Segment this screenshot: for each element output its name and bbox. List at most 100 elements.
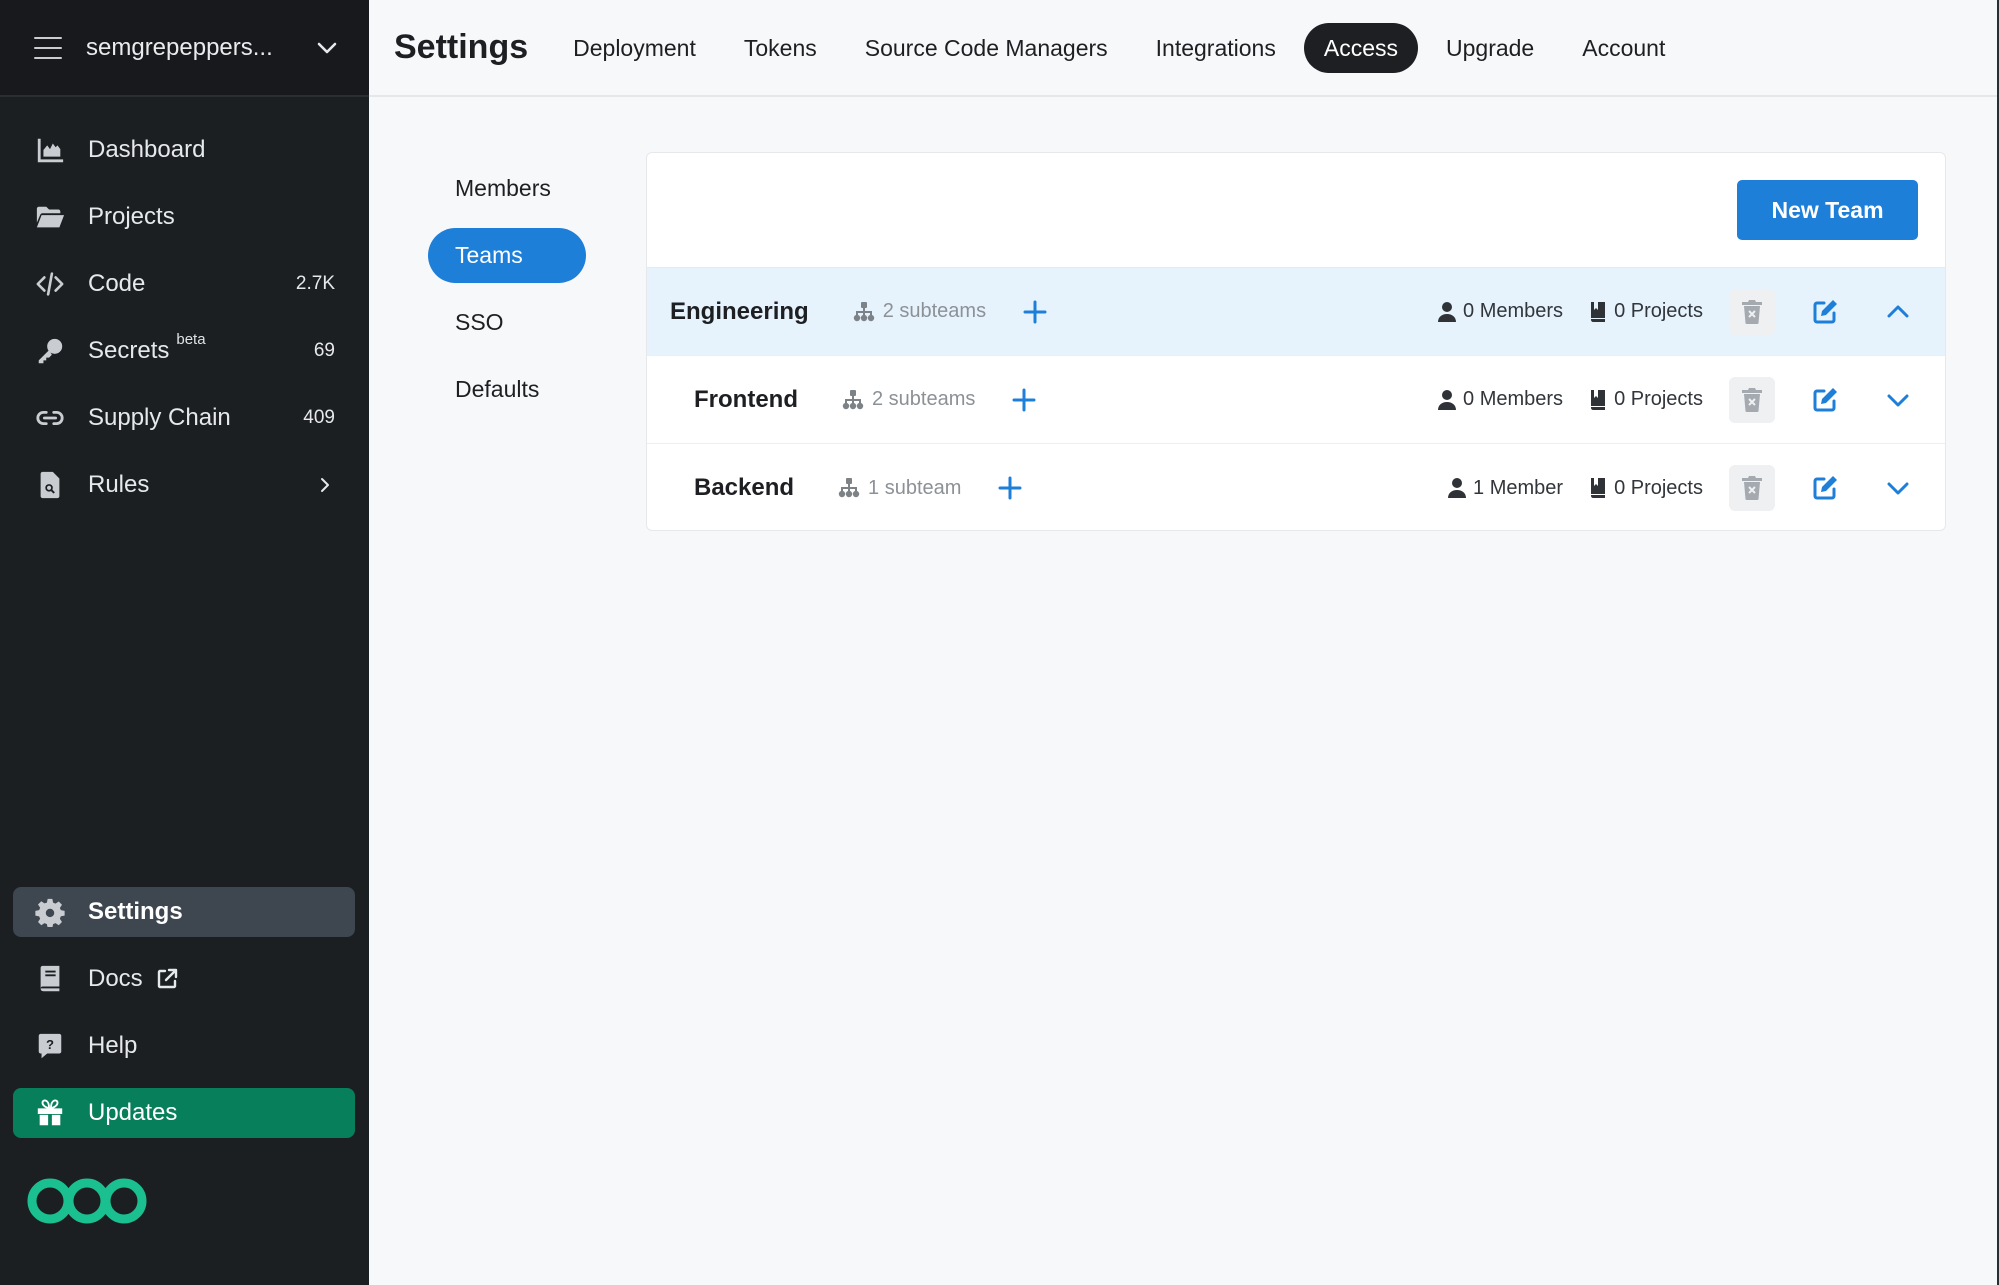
chevron-down-icon[interactable] — [315, 36, 339, 60]
member-count: 0 Members — [1438, 388, 1563, 411]
edit-icon — [1813, 387, 1837, 411]
sitemap-icon — [842, 389, 864, 409]
subnav-sso[interactable]: SSO — [428, 295, 586, 350]
key-icon — [34, 335, 66, 367]
sitemap-icon — [853, 301, 874, 321]
hamburger-menu-icon[interactable] — [34, 36, 62, 59]
sidebar-item-label: Docs — [88, 965, 143, 992]
file-search-icon — [34, 469, 66, 501]
book-bookmark-icon — [1591, 389, 1606, 410]
sidebar-item-label: Settings — [88, 898, 183, 925]
team-row[interactable]: Backend 1 subteam 1 Member 0 Projects — [647, 444, 1945, 530]
expand-team-button[interactable] — [1875, 377, 1921, 423]
link-icon — [34, 402, 66, 434]
chart-area-icon — [34, 134, 66, 166]
teams-card: New Team Engineering 2 subteams 0 Member… — [646, 152, 1946, 531]
team-row[interactable]: Frontend 2 subteams 0 Members 0 Projects — [647, 356, 1945, 444]
add-subteam-icon[interactable] — [1022, 299, 1048, 325]
beta-badge: beta — [176, 330, 206, 348]
supply-chain-count: 409 — [303, 406, 335, 428]
edit-icon — [1813, 476, 1837, 500]
trash-icon — [1742, 476, 1762, 500]
project-count: 0 Projects — [1589, 300, 1703, 323]
semgrep-logo — [27, 1178, 147, 1224]
tab-tokens[interactable]: Tokens — [724, 23, 837, 73]
sidebar-item-dashboard[interactable]: Dashboard — [0, 116, 369, 183]
project-count: 0 Projects — [1589, 477, 1703, 500]
secrets-count: 69 — [313, 339, 335, 361]
settings-topbar: Settings Deployment Tokens Source Code M… — [369, 0, 1999, 97]
sidebar-item-help[interactable]: ? Help — [13, 1021, 355, 1071]
project-count: 0 Projects — [1589, 388, 1703, 411]
sidebar-item-supply-chain[interactable]: Supply Chain 409 — [0, 384, 369, 451]
new-team-button[interactable]: New Team — [1737, 180, 1918, 240]
member-count: 0 Members — [1438, 300, 1563, 323]
project-count-label: 0 Projects — [1614, 476, 1703, 499]
sidebar-item-docs[interactable]: Docs — [13, 954, 355, 1004]
svg-text:?: ? — [46, 1037, 54, 1052]
delete-team-button[interactable] — [1729, 376, 1775, 423]
member-count-label: 1 Member — [1473, 476, 1564, 499]
folder-open-icon — [34, 201, 66, 233]
sidebar-item-label: Code — [88, 269, 146, 297]
edit-team-button[interactable] — [1802, 289, 1848, 335]
tab-deployment[interactable]: Deployment — [553, 23, 716, 73]
edit-team-button[interactable] — [1802, 377, 1848, 423]
add-subteam-icon[interactable] — [1011, 387, 1037, 413]
page-title: Settings — [394, 28, 529, 66]
sidebar-item-secrets[interactable]: Secrets beta 69 — [0, 317, 369, 384]
delete-team-button[interactable] — [1729, 465, 1775, 511]
org-name[interactable]: semgrepeppers... — [86, 34, 315, 62]
subteam-count-label: 1 subteam — [868, 476, 962, 499]
project-count-label: 0 Projects — [1614, 388, 1703, 410]
sidebar-item-updates[interactable]: Updates — [13, 1088, 355, 1138]
sidebar-item-settings[interactable]: Settings — [13, 887, 355, 937]
tab-integrations[interactable]: Integrations — [1136, 23, 1296, 73]
tab-account[interactable]: Account — [1562, 23, 1685, 73]
teams-card-header: New Team — [647, 153, 1945, 268]
tab-access[interactable]: Access — [1303, 22, 1418, 73]
sidebar-item-label: Secrets beta — [88, 331, 314, 365]
subnav-members[interactable]: Members — [428, 161, 586, 216]
sidebar-item-label: Projects — [88, 202, 175, 230]
code-count: 2.7K — [295, 272, 335, 294]
org-switcher[interactable]: semgrepeppers... — [0, 0, 369, 97]
book-bookmark-icon — [1591, 478, 1606, 498]
book-bookmark-icon — [1591, 301, 1606, 322]
sidebar-item-label: Rules — [88, 470, 150, 498]
delete-team-button[interactable] — [1729, 288, 1775, 335]
edit-team-button[interactable] — [1802, 465, 1848, 511]
team-name: Backend — [694, 474, 795, 501]
add-subteam-icon[interactable] — [997, 475, 1023, 501]
gift-icon — [34, 1097, 66, 1129]
subteam-count-label: 2 subteams — [871, 388, 976, 410]
user-icon — [1438, 389, 1457, 410]
edit-icon — [1813, 299, 1837, 323]
tab-upgrade[interactable]: Upgrade — [1426, 23, 1554, 73]
chevron-up-icon — [1887, 305, 1909, 317]
sidebar-item-label: Supply Chain — [88, 403, 231, 431]
subnav-teams[interactable]: Teams — [428, 228, 586, 283]
tab-source-code-managers[interactable]: Source Code Managers — [845, 23, 1128, 73]
sidebar-item-projects[interactable]: Projects — [0, 183, 369, 250]
code-icon — [34, 268, 66, 300]
collapse-team-button[interactable] — [1875, 289, 1921, 335]
external-link-icon — [157, 968, 177, 989]
subteam-count: 2 subteams — [842, 388, 975, 411]
chevron-down-icon — [1887, 394, 1909, 406]
sidebar-item-code[interactable]: Code 2.7K — [0, 250, 369, 317]
trash-icon — [1742, 299, 1762, 324]
team-row[interactable]: Engineering 2 subteams 0 Members 0 Proje… — [647, 268, 1945, 356]
trash-icon — [1742, 387, 1762, 412]
team-name: Frontend — [694, 385, 798, 413]
user-icon — [1438, 301, 1457, 322]
secrets-label: Secrets — [88, 336, 170, 364]
sidebar-item-label: Dashboard — [88, 135, 206, 163]
expand-team-button[interactable] — [1875, 465, 1921, 511]
subnav-defaults[interactable]: Defaults — [428, 362, 586, 417]
sidebar-item-label: Updates — [88, 1099, 178, 1126]
sidebar: semgrepeppers... Dashboard Projects Code… — [0, 0, 369, 1285]
team-name: Engineering — [670, 297, 809, 325]
gear-icon — [34, 896, 66, 928]
sidebar-item-rules[interactable]: Rules — [0, 451, 369, 518]
